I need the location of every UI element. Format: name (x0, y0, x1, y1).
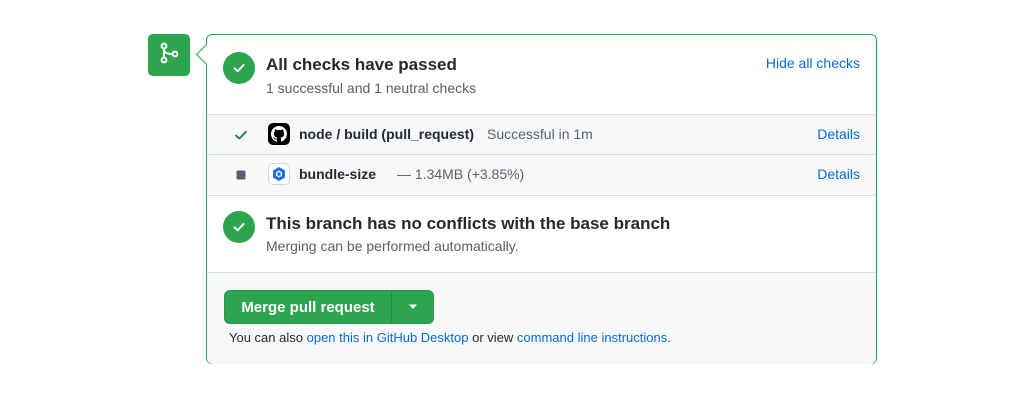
check-details-link[interactable]: Details (817, 166, 860, 182)
check-description: — 1.34MB (+3.85%) (397, 166, 525, 182)
check-description: Successful in 1m (487, 126, 593, 142)
conflicts-title: This branch has no conflicts with the ba… (266, 214, 671, 233)
conflicts-subtitle: Merging can be performed automatically. (266, 238, 519, 254)
merge-note: You can also open this in GitHub Desktop… (229, 330, 671, 345)
merge-note-middle: or view (472, 330, 514, 345)
check-details-link[interactable]: Details (817, 126, 860, 142)
github-logo-icon (268, 123, 290, 145)
checks-summary: All checks have passed 1 successful and … (207, 35, 876, 114)
triangle-down-icon (408, 304, 417, 309)
checks-subtitle: 1 successful and 1 neutral checks (266, 80, 477, 96)
check-row: node / build (pull_request) Successful i… (207, 115, 876, 154)
check-name: node / build (pull_request) (299, 126, 474, 142)
check-circle-icon (223, 211, 255, 243)
merge-button-group: Merge pull request (224, 290, 434, 324)
check-icon (233, 127, 249, 143)
merge-box: All checks have passed 1 successful and … (195, 34, 877, 364)
hexagon-app-icon (268, 163, 290, 185)
hide-all-checks-link[interactable]: Hide all checks (766, 55, 860, 71)
command-line-instructions-link[interactable]: command line instructions (517, 330, 667, 345)
merge-note-suffix: . (667, 330, 671, 345)
merge-pull-request-button[interactable]: Merge pull request (225, 291, 392, 323)
check-row: bundle-size — 1.34MB (+3.85%) Details (207, 154, 876, 194)
open-in-desktop-link[interactable]: open this in GitHub Desktop (307, 330, 469, 345)
git-merge-icon (157, 41, 181, 70)
checks-list: node / build (pull_request) Successful i… (207, 114, 876, 196)
check-circle-icon (223, 52, 255, 84)
checks-title: All checks have passed (266, 55, 457, 74)
merge-area: Merge pull request You can also open thi… (207, 272, 876, 364)
square-icon (233, 167, 249, 183)
merge-note-prefix: You can also (229, 330, 303, 345)
check-name: bundle-size (299, 166, 377, 182)
git-merge-badge (148, 34, 190, 76)
merge-method-dropdown[interactable] (392, 291, 433, 323)
conflicts-status: This branch has no conflicts with the ba… (207, 195, 876, 272)
